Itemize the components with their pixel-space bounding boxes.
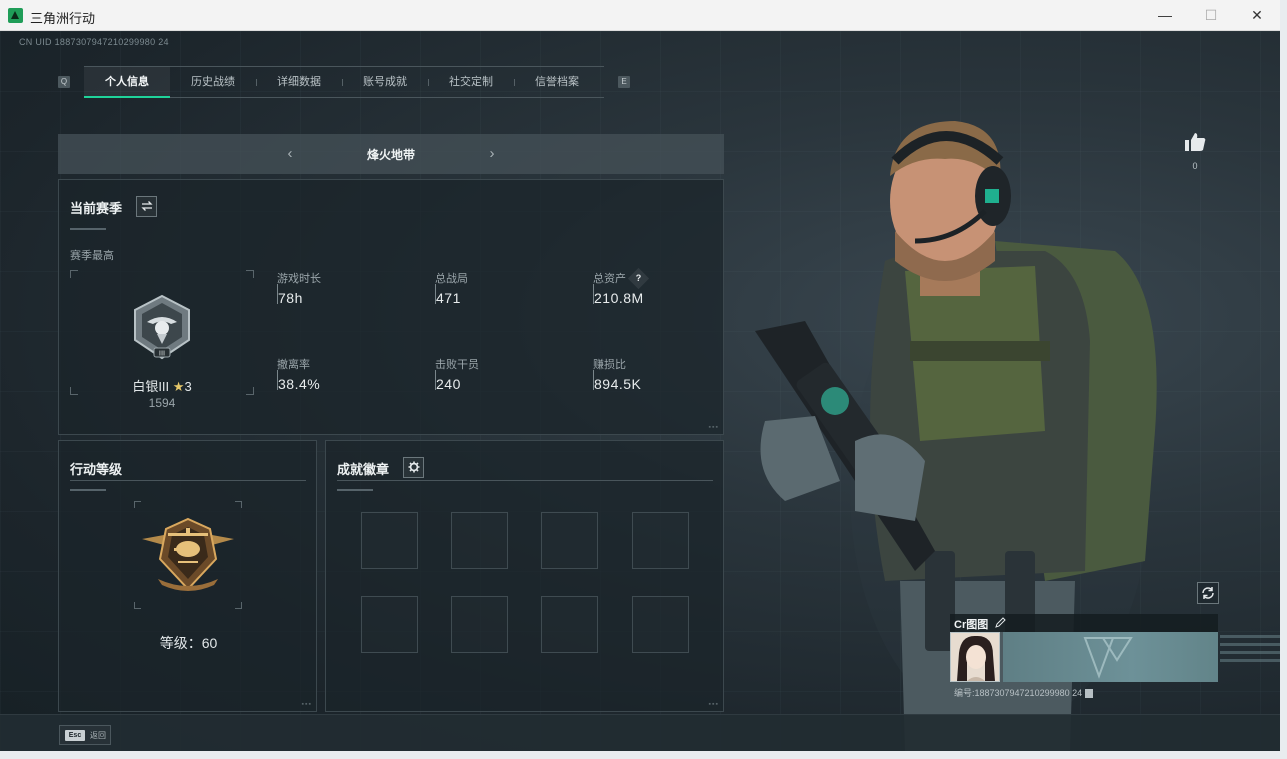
tab-achievements[interactable]: 账号成就 xyxy=(342,67,428,97)
svg-text:III: III xyxy=(159,350,165,358)
stat-total-matches: 总战局 471 xyxy=(435,273,468,306)
esc-key-hint: Esc xyxy=(65,730,85,741)
player-name: Cr图图 xyxy=(954,619,989,631)
badge-slot[interactable] xyxy=(632,596,689,653)
rank-name: 白银III ★3 xyxy=(132,379,192,394)
window-title: 三角洲行动 xyxy=(30,11,96,26)
achievement-badges-panel: 成就徽章 ▪▪▪ xyxy=(325,440,724,712)
tab-personal-info[interactable]: 个人信息 xyxy=(84,67,170,98)
tab-detailed-data[interactable]: 详细数据 xyxy=(256,67,342,97)
refresh-icon xyxy=(1202,587,1214,599)
badge-slot[interactable] xyxy=(361,512,418,569)
rank-points: 1594 xyxy=(148,396,176,410)
window-titlebar: 三角洲行动 — ☐ ✕ xyxy=(0,0,1280,31)
stat-extract-rate: 撤离率 38.4% xyxy=(277,359,321,392)
rank-star-icon: ★ xyxy=(172,379,185,394)
season-title: 当前赛季 xyxy=(70,201,123,216)
avatar[interactable] xyxy=(950,632,1000,682)
action-level-title: 行动等级 xyxy=(70,462,123,477)
tab-row: 个人信息 历史战绩 详细数据 账号成就 社交定制 信誉档案 xyxy=(84,66,604,98)
current-season-panel: 当前赛季 赛季最高 III 白银III ★3 1594 游戏时长 78h 总战局… xyxy=(58,179,724,435)
help-icon[interactable]: ? xyxy=(627,267,650,289)
title-dash xyxy=(70,228,106,230)
key-hint-e[interactable]: E xyxy=(618,76,630,88)
bottom-bar: Esc 返回 xyxy=(0,714,1280,751)
action-level-frame xyxy=(134,501,242,609)
tab-social-custom[interactable]: 社交定制 xyxy=(428,67,514,97)
season-best-label: 赛季最高 xyxy=(70,250,114,262)
stat-profit-loss: 赚损比 894.5K xyxy=(593,359,642,392)
like-count: 0 xyxy=(1192,161,1198,171)
key-hint-q[interactable]: Q xyxy=(58,76,70,88)
badges-settings-button[interactable] xyxy=(403,457,424,478)
refresh-button[interactable] xyxy=(1197,582,1219,604)
gear-icon xyxy=(408,461,419,473)
maximize-button[interactable]: ☐ xyxy=(1188,0,1234,31)
pencil-icon[interactable] xyxy=(994,617,1006,629)
like-widget: 0 xyxy=(1182,132,1208,171)
player-uid: 编号:1887307947210299980 24 xyxy=(954,686,1094,699)
badge-slot[interactable] xyxy=(632,512,689,569)
copy-icon[interactable] xyxy=(1085,689,1094,699)
badge-slot[interactable] xyxy=(541,596,598,653)
helicopter-level-emblem-icon xyxy=(142,517,234,591)
mode-name: 烽火地带 xyxy=(366,148,415,162)
tab-bar: Q 个人信息 历史战绩 详细数据 账号成就 社交定制 信誉档案 E xyxy=(56,66,634,98)
app-logo-icon xyxy=(8,8,23,23)
minimize-button[interactable]: — xyxy=(1142,0,1188,31)
rank-frame: III 白银III ★3 1594 xyxy=(70,270,254,410)
swap-season-button[interactable] xyxy=(136,196,157,217)
thumbs-up-icon[interactable] xyxy=(1184,132,1206,152)
mode-next-button[interactable]: › xyxy=(485,145,499,162)
action-level-value: 等级：60 xyxy=(159,635,218,651)
badge-slot[interactable] xyxy=(451,512,508,569)
mode-prev-button[interactable]: ‹ xyxy=(283,145,297,162)
decor-stripes xyxy=(1220,635,1280,662)
silver-rank-emblem-icon: III xyxy=(134,294,190,360)
close-button[interactable]: ✕ xyxy=(1234,0,1280,31)
uid-label: CN UID 1887307947210299980 24 xyxy=(19,37,169,47)
badge-slot[interactable] xyxy=(451,596,508,653)
stat-total-assets: 总资产? 210.8M xyxy=(593,267,733,314)
stat-operators-defeated: 击败干员 240 xyxy=(435,359,479,392)
back-label: 返回 xyxy=(90,731,106,740)
tab-history[interactable]: 历史战绩 xyxy=(170,67,256,97)
swap-arrows-icon xyxy=(140,201,153,211)
action-level-panel: 行动等级 等级：60 ▪▪▪ xyxy=(58,440,317,712)
panel-corner-decoration: ▪▪▪ xyxy=(708,424,719,431)
profile-banner xyxy=(1003,632,1218,682)
badge-slot[interactable] xyxy=(541,512,598,569)
badges-title: 成就徽章 xyxy=(337,462,390,477)
game-viewport: CN UID 1887307947210299980 24 Q 个人信息 历史战… xyxy=(0,31,1280,751)
mode-selector: ‹ 烽火地带 › xyxy=(58,134,724,174)
player-card: Cr图图 编号:1887307947210299980 24 xyxy=(950,614,1218,702)
tab-credit-record[interactable]: 信誉档案 xyxy=(514,67,600,97)
badge-slot[interactable] xyxy=(361,596,418,653)
stat-play-time: 游戏时长 78h xyxy=(277,273,321,306)
back-button[interactable]: Esc 返回 xyxy=(59,725,111,745)
